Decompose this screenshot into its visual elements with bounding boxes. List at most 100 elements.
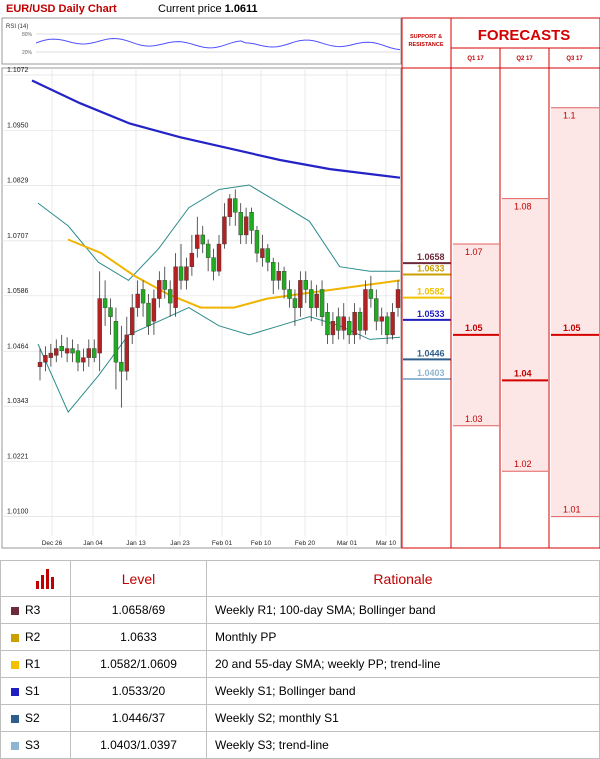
forecast-range-2 [502, 198, 548, 472]
x-tick-label: Jan 23 [170, 540, 190, 547]
y-tick-label: 1.0707 [7, 233, 29, 240]
candle-body [303, 280, 308, 290]
candle-body [249, 212, 254, 231]
level-name: S2 [25, 711, 40, 725]
candle-body [211, 257, 216, 272]
candle-body [281, 271, 287, 290]
forecast-high-label: 1.08 [514, 202, 532, 212]
candle-body [325, 311, 330, 336]
candle-body [135, 293, 140, 308]
sr-level-label-s1: 1.0533 [417, 309, 445, 319]
forecast-low-label: 1.01 [563, 505, 581, 515]
candle-body [200, 234, 205, 245]
candle-body [162, 280, 167, 290]
candle-body [352, 311, 357, 336]
candle-body [157, 280, 162, 299]
level-color-swatch [11, 660, 19, 669]
candle-body [346, 321, 352, 336]
candle-body [70, 348, 75, 354]
candle-body [97, 298, 102, 354]
sr-level-label-s3: 1.0403 [417, 368, 445, 378]
y-tick-label: 1.0829 [7, 177, 29, 184]
candle-body [48, 352, 54, 358]
forecast-low-label: 1.03 [465, 414, 483, 424]
candle-body [119, 361, 124, 372]
candle-body [314, 293, 319, 308]
candle-body [216, 243, 222, 272]
table-row: S1 1.0533/20 Weekly S1; Bollinger band [0, 677, 600, 705]
x-tick-label: Feb 10 [251, 540, 272, 547]
rsi-tick-20: 20% [22, 50, 33, 56]
level-rationale: 20 and 55-day SMA; weekly PP; trend-line [206, 650, 600, 678]
level-name: R3 [25, 603, 41, 617]
candle-body [102, 298, 108, 308]
candle-body [368, 289, 374, 299]
level-color-swatch [11, 741, 19, 750]
candle-body [195, 234, 200, 249]
candle-body [124, 334, 129, 372]
candle-body [54, 348, 59, 356]
sr-level-label-s2: 1.0446 [417, 348, 445, 358]
level-value: 1.0633 [70, 623, 207, 651]
sr-level-label-r3: 1.0658 [417, 252, 445, 262]
candle-body [205, 243, 211, 258]
forecast-period-2: Q2 17 [516, 56, 533, 62]
level-color-swatch [11, 633, 19, 642]
level-name-cell: R2 [0, 623, 71, 651]
candle-body [92, 348, 97, 358]
level-value: 1.0403/1.0397 [70, 731, 207, 759]
table-header-rationale: Rationale [206, 560, 600, 597]
forecast-mid-label: 1.05 [465, 323, 483, 333]
candle-body [140, 289, 146, 304]
forecast-low-label: 1.02 [514, 459, 532, 469]
candle-body [75, 350, 81, 363]
level-name: R2 [25, 630, 41, 644]
x-tick-label: Feb 01 [212, 540, 233, 547]
candle-body [357, 311, 363, 331]
candle-body [238, 212, 243, 236]
table-row: S3 1.0403/1.0397 Weekly S3; trend-line [0, 731, 600, 759]
candle-body [178, 266, 184, 281]
y-tick-label: 1.0464 [7, 343, 29, 350]
candle-body [309, 289, 314, 308]
table-row: R3 1.0658/69 Weekly R1; 100-day SMA; Bolli… [0, 596, 600, 624]
candle-body [292, 298, 298, 308]
sr-level-label-r2: 1.0633 [417, 263, 445, 273]
table-row: R2 1.0633 Monthly PP [0, 623, 600, 651]
level-rationale: Weekly S2; monthly S1 [206, 704, 600, 732]
candle-body [243, 216, 249, 236]
candle-body [130, 307, 135, 336]
table-row: R1 1.0582/1.0609 20 and 55-day SMA; weekly… [0, 650, 600, 678]
candle-body [37, 361, 43, 367]
level-value: 1.0582/1.0609 [70, 650, 207, 678]
candle-body [287, 289, 292, 299]
support-resistance-column [401, 17, 452, 549]
level-rationale: Weekly S3; trend-line [206, 731, 600, 759]
candle-body [64, 348, 70, 354]
forecasts-header: FORECASTS [478, 27, 571, 44]
candle-body [390, 311, 395, 336]
x-tick-label: Jan 13 [126, 540, 146, 547]
sr-level-label-r1: 1.0582 [417, 287, 445, 297]
candle-body [330, 321, 336, 336]
level-rationale: Monthly PP [206, 623, 600, 651]
x-tick-label: Dec 26 [42, 540, 63, 547]
y-tick-label: 1.0100 [7, 509, 29, 516]
chart-area: RSI (14) 80% 20% 1.1072 1.0950 1.0829 1.0707 1.… [1, 17, 600, 549]
level-value: 1.0533/20 [70, 677, 207, 705]
candle-body [384, 316, 390, 336]
level-value: 1.0446/37 [70, 704, 207, 732]
candle-body [146, 302, 151, 327]
candle-body [298, 280, 303, 308]
y-tick-label: 1.0950 [7, 122, 29, 129]
level-name: S1 [25, 684, 40, 698]
level-color-swatch [11, 687, 19, 696]
candle-body [151, 298, 157, 322]
candle-body [260, 248, 265, 258]
candle-body [167, 289, 173, 304]
candle-body [227, 198, 233, 217]
candle-body [341, 316, 346, 331]
candle-body [43, 355, 48, 363]
level-name-cell: R1 [0, 650, 71, 678]
table-header-row: Level Rationale [0, 560, 600, 597]
